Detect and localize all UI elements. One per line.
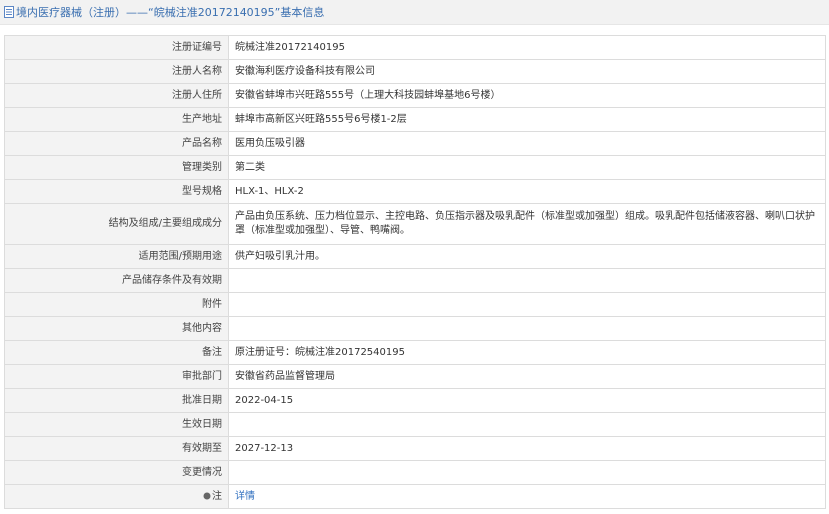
field-label: 适用范围/预期用途 [4,244,229,269]
note-value-cell: 详情 [228,484,826,509]
field-label: 生效日期 [4,412,229,437]
field-label: 变更情况 [4,460,229,485]
table-row: 附件 [4,292,826,317]
table-row: 备注 原注册证号：皖械注准20172540195 [4,340,826,365]
details-link[interactable]: 详情 [235,491,255,502]
field-value: 安徽海利医疗设备科技有限公司 [228,59,826,84]
note-label-cell: 注 [4,484,229,509]
field-value: 第二类 [228,155,826,180]
field-value: 原注册证号：皖械注准20172540195 [228,340,826,365]
document-icon [4,6,14,18]
field-value [228,268,826,293]
field-label: 结构及组成/主要组成成分 [4,203,229,245]
field-label: 有效期至 [4,436,229,461]
table-row: 生产地址 蚌埠市高新区兴旺路555号6号楼1-2层 [4,107,826,132]
field-label: 管理类别 [4,155,229,180]
table-row: 型号规格 HLX-1、HLX-2 [4,179,826,204]
field-value: 产品由负压系统、压力档位显示、主控电路、负压指示器及吸乳配件（标准型或加强型）组… [228,203,826,245]
note-icon [203,492,211,499]
field-label: 备注 [4,340,229,365]
field-value: 供产妇吸引乳汁用。 [228,244,826,269]
field-label: 注册人名称 [4,59,229,84]
field-label: 生产地址 [4,107,229,132]
info-table: 注册证编号 皖械注准20172140195 注册人名称 安徽海利医疗设备科技有限公司… [4,35,826,509]
field-value: 蚌埠市高新区兴旺路555号6号楼1-2层 [228,107,826,132]
table-row: 管理类别 第二类 [4,155,826,180]
table-row: 有效期至 2027-12-13 [4,436,826,461]
table-row: 生效日期 [4,412,826,437]
field-value: HLX-1、HLX-2 [228,179,826,204]
field-value: 2022-04-15 [228,388,826,413]
page-header: 境内医疗器械（注册）——“皖械注准20172140195”基本信息 [0,0,829,25]
field-label: 其他内容 [4,316,229,341]
note-label: 注 [212,490,222,502]
table-row: 批准日期 2022-04-15 [4,388,826,413]
field-value [228,460,826,485]
field-label: 型号规格 [4,179,229,204]
table-row: 产品名称 医用负压吸引器 [4,131,826,156]
table-row: 审批部门 安徽省药品监督管理局 [4,364,826,389]
page-title: 境内医疗器械（注册）——“皖械注准20172140195”基本信息 [16,6,325,19]
table-row: 产品储存条件及有效期 [4,268,826,293]
table-row: 注册人住所 安徽省蚌埠市兴旺路555号（上理大科技园蚌埠基地6号楼） [4,83,826,108]
field-value [228,316,826,341]
table-row: 适用范围/预期用途 供产妇吸引乳汁用。 [4,244,826,269]
field-value [228,292,826,317]
field-value [228,412,826,437]
field-label: 审批部门 [4,364,229,389]
field-label: 产品名称 [4,131,229,156]
field-label: 注册人住所 [4,83,229,108]
table-row: 变更情况 [4,460,826,485]
field-value: 安徽省药品监督管理局 [228,364,826,389]
field-label: 附件 [4,292,229,317]
field-value: 2027-12-13 [228,436,826,461]
field-label: 批准日期 [4,388,229,413]
table-row: 注册证编号 皖械注准20172140195 [4,35,826,60]
field-value: 安徽省蚌埠市兴旺路555号（上理大科技园蚌埠基地6号楼） [228,83,826,108]
table-row: 注册人名称 安徽海利医疗设备科技有限公司 [4,59,826,84]
field-value: 医用负压吸引器 [228,131,826,156]
field-value: 皖械注准20172140195 [228,35,826,60]
table-row: 注 详情 [4,484,826,509]
table-row: 结构及组成/主要组成成分 产品由负压系统、压力档位显示、主控电路、负压指示器及吸乳… [4,203,826,245]
field-label: 注册证编号 [4,35,229,60]
field-label: 产品储存条件及有效期 [4,268,229,293]
table-row: 其他内容 [4,316,826,341]
